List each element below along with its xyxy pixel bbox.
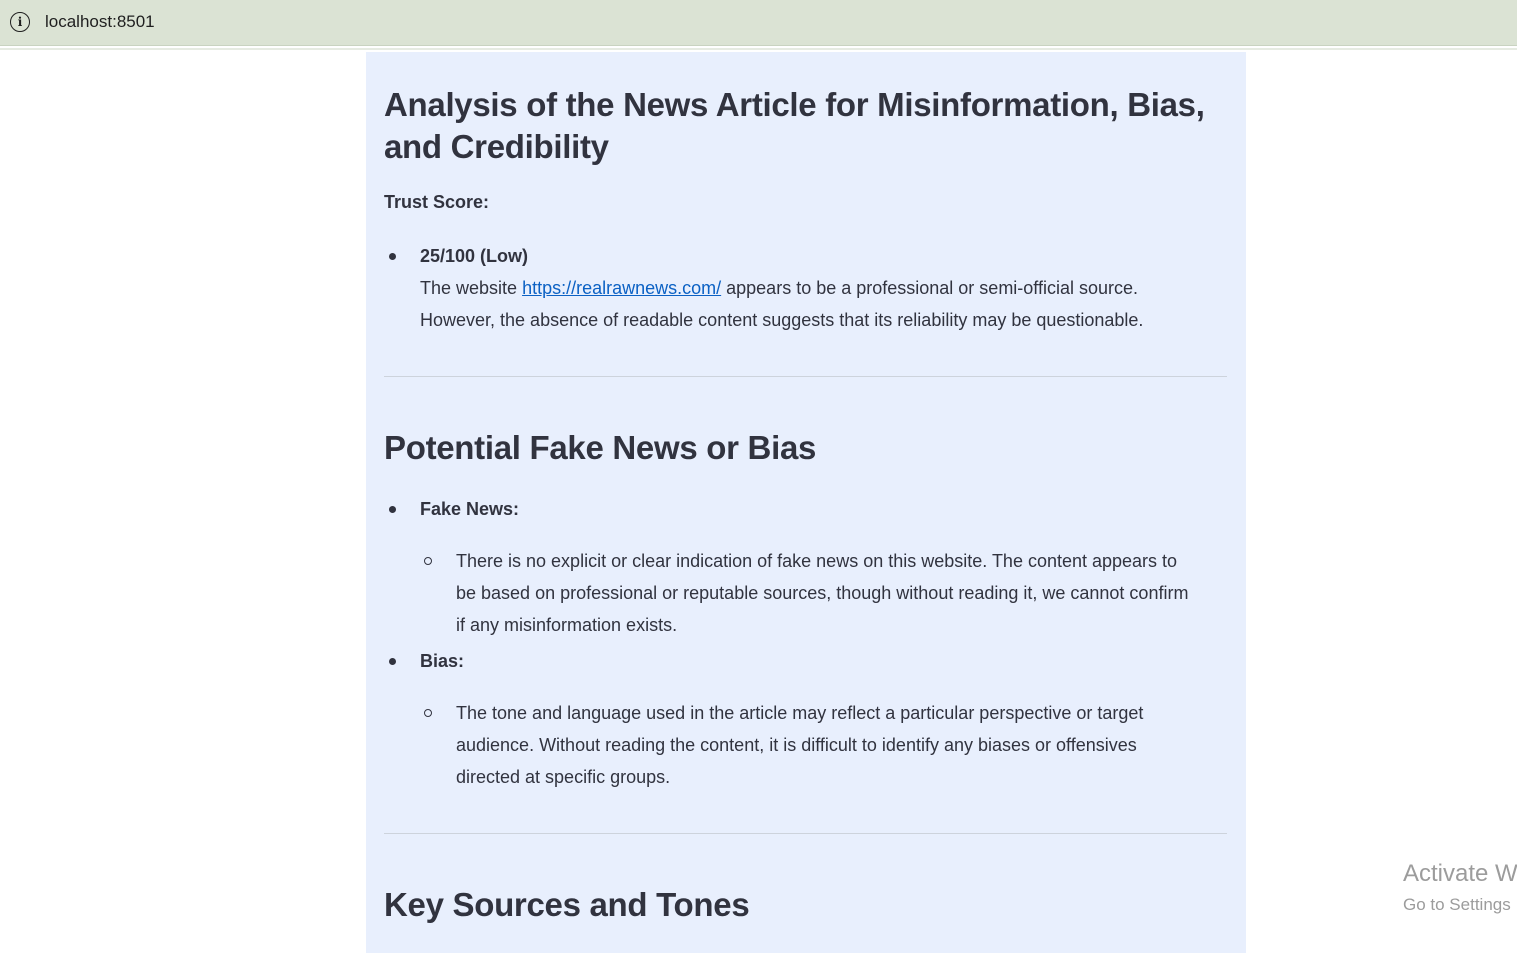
site-info-icon[interactable]: i — [10, 12, 30, 32]
url-text[interactable]: localhost:8501 — [45, 12, 155, 32]
trust-score-label: Trust Score: — [384, 192, 490, 212]
trust-text-after: appears to be a professional or semi-off… — [721, 278, 1139, 298]
watermark-line1: Activate W — [1403, 860, 1517, 887]
section-divider — [384, 833, 1227, 834]
circle-bullet-icon — [424, 557, 432, 565]
bias-text-line2: audience. Without reading the content, i… — [456, 735, 1137, 755]
url-omnibox[interactable]: i localhost:8501 — [0, 0, 1517, 44]
toolbar-divider — [0, 48, 1517, 50]
bias-label: Bias: — [420, 651, 465, 671]
analysis-panel: Analysis of the News Article for Misinfo… — [366, 52, 1246, 953]
bullet-icon — [389, 506, 396, 513]
trust-score-description: The website https://realrawnews.com/ app… — [420, 272, 1138, 304]
bullet-icon — [389, 658, 396, 665]
page-title: Analysis of the News Article for Misinfo… — [384, 86, 1205, 165]
section-title-fake-news-bias: Potential Fake News or Bias — [384, 429, 817, 466]
trust-score-value: 25/100 (Low) — [420, 246, 529, 266]
source-link[interactable]: https://realrawnews.com/ — [522, 278, 721, 298]
bullet-icon — [389, 253, 396, 260]
section-title-key-sources: Key Sources and Tones — [384, 886, 750, 923]
fake-news-label: Fake News: — [420, 499, 520, 519]
watermark-line2: Go to Settings — [1403, 895, 1511, 914]
fake-news-text-line1: There is no explicit or clear indication… — [456, 551, 1178, 571]
bias-text-line1: The tone and language used in the articl… — [456, 703, 1144, 723]
windows-activation-watermark: Activate W Go to Settings — [1403, 858, 1517, 918]
fake-news-text-line2: be based on professional or reputable so… — [456, 583, 1189, 603]
circle-bullet-icon — [424, 709, 432, 717]
fake-news-text-line3: if any misinformation exists. — [456, 615, 678, 635]
trust-text-before: The website — [420, 278, 523, 298]
trust-score-description-line2: However, the absence of readable content… — [420, 310, 1144, 330]
browser-address-bar: i localhost:8501 — [0, 0, 1517, 46]
bias-text-line3: directed at specific groups. — [456, 767, 671, 787]
section-divider — [384, 376, 1227, 377]
